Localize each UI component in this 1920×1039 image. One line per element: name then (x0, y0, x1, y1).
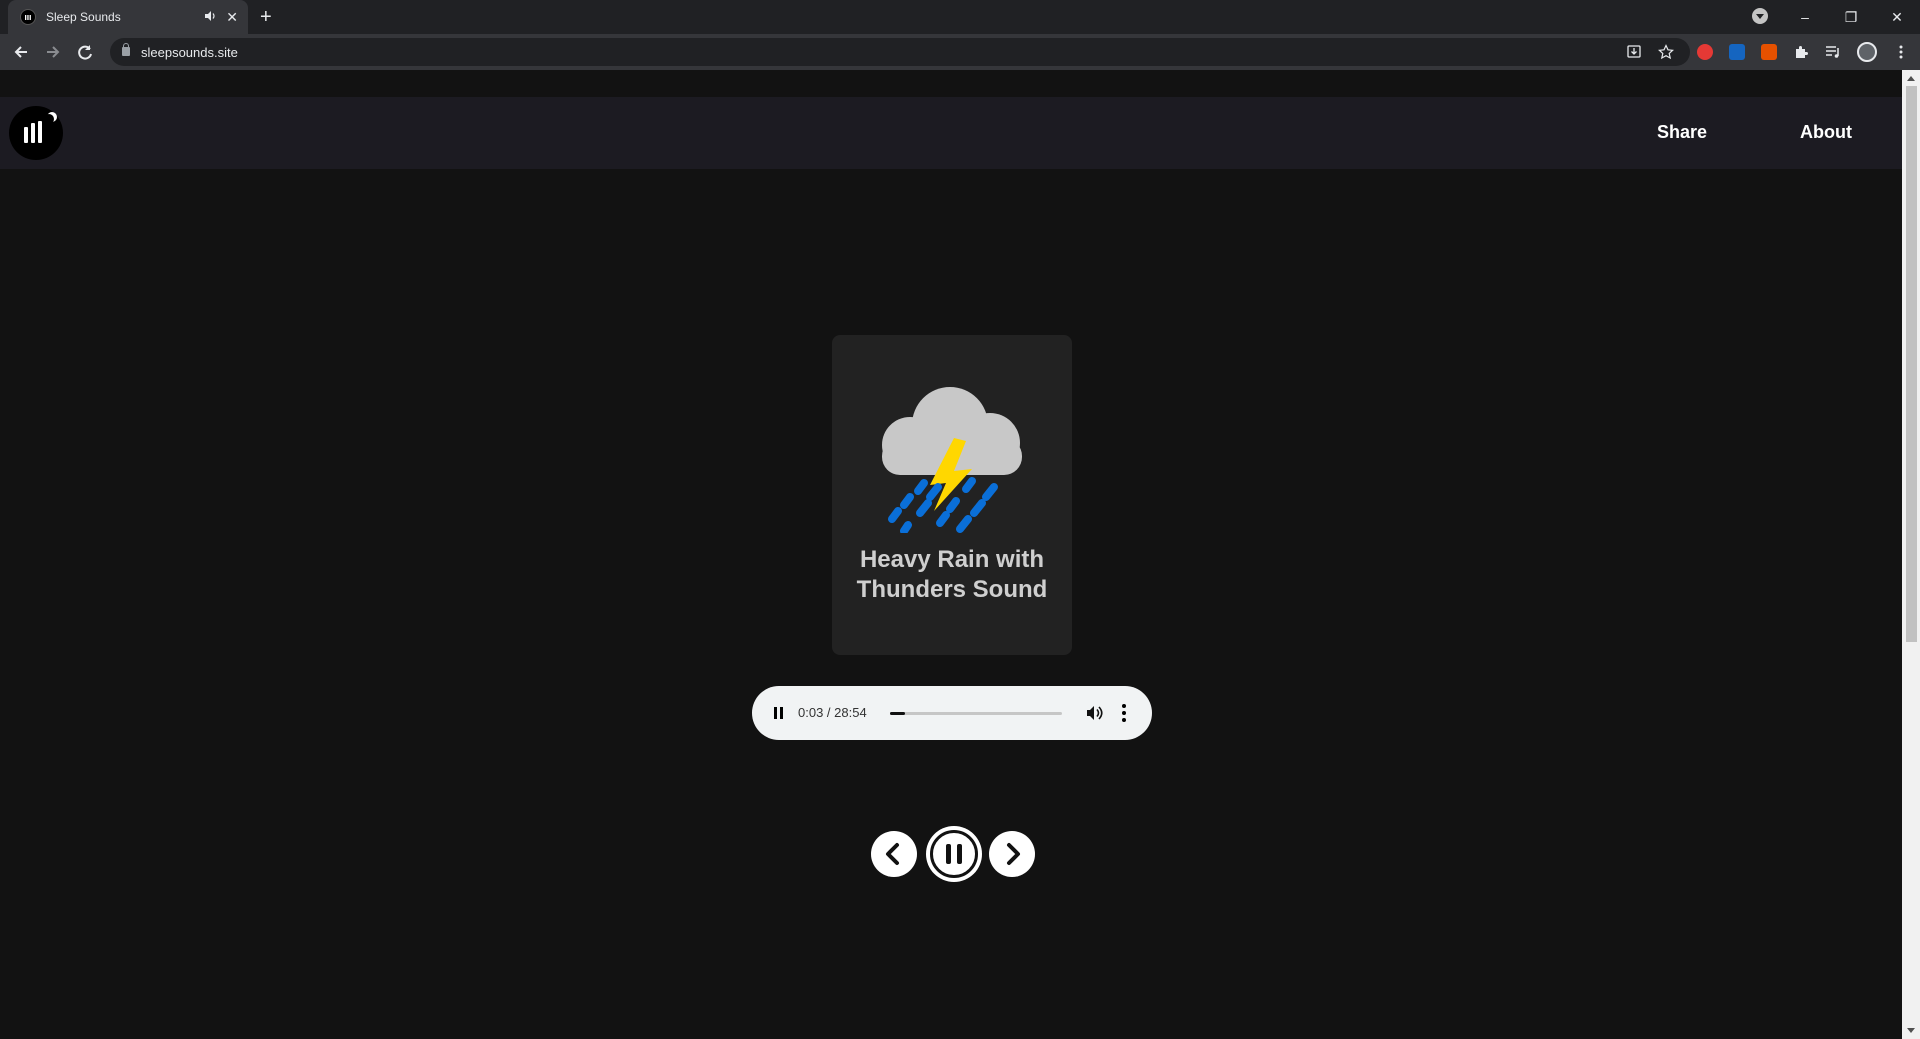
browser-toolbar: sleepsounds.site (0, 34, 1920, 70)
site-logo[interactable] (9, 106, 63, 160)
logo-bar (24, 127, 28, 143)
extension-orange-icon[interactable] (1761, 44, 1777, 60)
site-header: Share About (0, 97, 1902, 169)
extension-red-icon[interactable] (1697, 44, 1713, 60)
install-app-icon[interactable] (1626, 44, 1642, 63)
tab-title: Sleep Sounds (46, 10, 121, 24)
tab-search-icon[interactable] (1752, 8, 1768, 24)
next-sound-button[interactable] (989, 831, 1035, 877)
reload-icon[interactable] (74, 41, 96, 63)
site-favicon-icon (20, 9, 36, 25)
restore-button[interactable]: ❐ (1828, 9, 1874, 26)
extensions-puzzle-icon[interactable] (1793, 44, 1809, 60)
previous-sound-button[interactable] (871, 831, 917, 877)
play-pause-ring (930, 830, 978, 878)
audio-time: 0:03 / 28:54 (798, 705, 867, 720)
moon-icon (44, 114, 54, 124)
lock-icon (122, 43, 130, 56)
tab-close-icon[interactable]: ✕ (226, 9, 238, 26)
scrollbar-thumb[interactable] (1906, 86, 1917, 642)
forward-arrow-icon[interactable] (42, 41, 64, 63)
tab-audio-speaker-icon[interactable] (204, 10, 216, 25)
audio-more-options-icon[interactable] (1122, 704, 1126, 722)
chevron-left-icon (886, 843, 899, 865)
volume-icon[interactable] (1084, 703, 1104, 723)
page-scrollbar[interactable] (1902, 70, 1920, 1039)
sound-title: Heavy Rain with Thunders Sound (856, 546, 1048, 603)
window-controls: – ❐ ✕ (1782, 0, 1920, 34)
address-bar[interactable]: sleepsounds.site (110, 38, 1690, 66)
audio-seek-bar[interactable] (890, 712, 1062, 715)
audio-player: 0:03 / 28:54 (752, 686, 1152, 740)
chevron-right-icon (1007, 843, 1020, 865)
browser-tab-strip: Sleep Sounds ✕ + – ❐ ✕ (0, 0, 1920, 34)
audio-seek-progress (890, 712, 906, 715)
minimize-button[interactable]: – (1782, 9, 1828, 25)
browser-tab[interactable]: Sleep Sounds ✕ (8, 0, 248, 34)
pause-icon (946, 844, 962, 864)
play-pause-button[interactable] (926, 826, 982, 882)
thunderstorm-rain-icon (882, 387, 1022, 533)
media-control-icon[interactable] (1825, 44, 1841, 60)
extension-blue-icon[interactable] (1729, 44, 1745, 60)
sound-card[interactable]: Heavy Rain with Thunders Sound (832, 335, 1072, 655)
audio-pause-icon[interactable] (774, 707, 784, 719)
scroll-up-arrow-icon[interactable] (1907, 76, 1915, 81)
bookmark-star-icon[interactable] (1658, 44, 1674, 63)
logo-bar (38, 121, 42, 143)
about-link[interactable]: About (1800, 122, 1852, 143)
new-tab-button[interactable]: + (260, 5, 272, 29)
logo-bar (31, 123, 35, 143)
profile-avatar-icon[interactable] (1857, 42, 1877, 62)
page-content: Share About Heavy Rain with Thunders Sou… (0, 70, 1902, 1039)
close-window-button[interactable]: ✕ (1874, 9, 1920, 26)
browser-menu-icon[interactable] (1893, 44, 1909, 60)
scroll-down-arrow-icon[interactable] (1907, 1028, 1915, 1033)
share-link[interactable]: Share (1657, 122, 1707, 143)
url-text: sleepsounds.site (141, 45, 238, 60)
back-arrow-icon[interactable] (10, 41, 32, 63)
